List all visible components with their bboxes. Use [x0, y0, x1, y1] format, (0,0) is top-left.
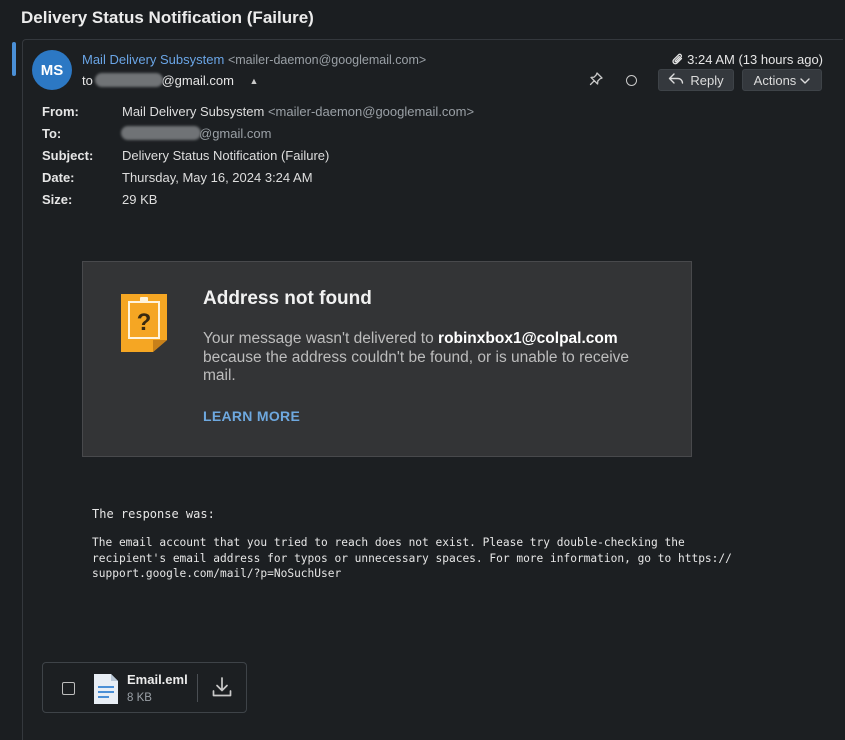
to-value[interactable]: @gmail.com: [121, 126, 272, 148]
paperclip-icon: [672, 53, 684, 69]
read-status-icon[interactable]: [626, 75, 637, 86]
message-subject-title: Delivery Status Notification (Failure): [21, 8, 314, 27]
document-file-icon: [93, 673, 119, 710]
from-value: Mail Delivery Subsystem <mailer-daemon@g…: [122, 104, 474, 126]
subject-label: Subject:: [42, 148, 94, 163]
size-label: Size:: [42, 192, 73, 207]
date-label: Date:: [42, 170, 75, 185]
attachment-name[interactable]: Email.eml: [127, 672, 188, 687]
failed-address: robinxbox1@colpal.com: [438, 330, 618, 347]
svg-text:?: ?: [137, 309, 152, 336]
header-subject: Subject: Delivery Status Notification (F…: [42, 148, 474, 170]
to-label: To:: [42, 126, 62, 141]
attachment-divider: [197, 674, 198, 702]
ndr-text-after: because the address couldn't be found, o…: [203, 348, 630, 385]
warning-document-icon: ?: [119, 292, 169, 359]
learn-more-link[interactable]: LEARN MORE: [203, 408, 300, 424]
to-suffix: @gmail.com: [161, 73, 234, 88]
actions-menu-button[interactable]: Actions: [742, 69, 822, 91]
header-to: To: @gmail.com: [42, 126, 474, 148]
sender-email: <mailer-daemon@googlemail.com>: [227, 53, 427, 67]
redacted-recipient: [121, 126, 201, 140]
time-text: 3:24 AM (13 hours ago): [687, 52, 823, 67]
recipient-line: to @gmail.com ▲: [82, 73, 258, 88]
selected-indicator: [12, 42, 16, 76]
pin-icon[interactable]: [588, 71, 604, 92]
response-body: The email account that you tried to reac…: [92, 536, 732, 580]
attachment-checkbox[interactable]: [62, 682, 75, 695]
to-prefix: to: [82, 73, 93, 88]
header-date: Date: Thursday, May 16, 2024 3:24 AM: [42, 170, 474, 192]
avatar[interactable]: MS: [32, 50, 72, 90]
download-icon[interactable]: [211, 676, 233, 703]
message-headers: From: Mail Delivery Subsystem <mailer-da…: [42, 104, 474, 214]
attachment-card[interactable]: Email.eml 8 KB: [42, 662, 247, 713]
message-time: 3:24 AM (13 hours ago): [672, 52, 823, 69]
from-email: <mailer-daemon@googlemail.com>: [267, 104, 475, 119]
reply-button[interactable]: Reply: [658, 69, 734, 91]
from-name[interactable]: Mail Delivery Subsystem: [122, 104, 264, 119]
from-label: From:: [42, 104, 79, 119]
ndr-text-before: Your message wasn't delivered to: [203, 330, 439, 347]
delivery-failure-card: ? Address not found Your message wasn't …: [82, 261, 692, 457]
header-size: Size: 29 KB: [42, 192, 474, 214]
reply-label: Reply: [690, 72, 724, 88]
chevron-down-icon: [800, 73, 811, 88]
ndr-message: Your message wasn't delivered to robinxb…: [203, 330, 663, 386]
actions-label: Actions: [753, 72, 797, 88]
header-from: From: Mail Delivery Subsystem <mailer-da…: [42, 104, 474, 126]
subject-value: Delivery Status Notification (Failure): [122, 148, 330, 163]
attachment-size: 8 KB: [127, 692, 152, 704]
redacted-recipient: [95, 73, 164, 87]
response-label: The response was:: [92, 507, 215, 521]
sender-line: Mail Delivery Subsystem <mailer-daemon@g…: [82, 52, 426, 67]
size-value: 29 KB: [122, 192, 158, 207]
date-value: Thursday, May 16, 2024 3:24 AM: [122, 170, 313, 185]
ndr-heading: Address not found: [203, 288, 372, 309]
reply-arrow-icon: [668, 72, 684, 88]
sender-name[interactable]: Mail Delivery Subsystem: [82, 52, 224, 67]
to-value-suffix: @gmail.com: [199, 126, 272, 141]
collapse-details-icon[interactable]: ▲: [250, 76, 259, 86]
